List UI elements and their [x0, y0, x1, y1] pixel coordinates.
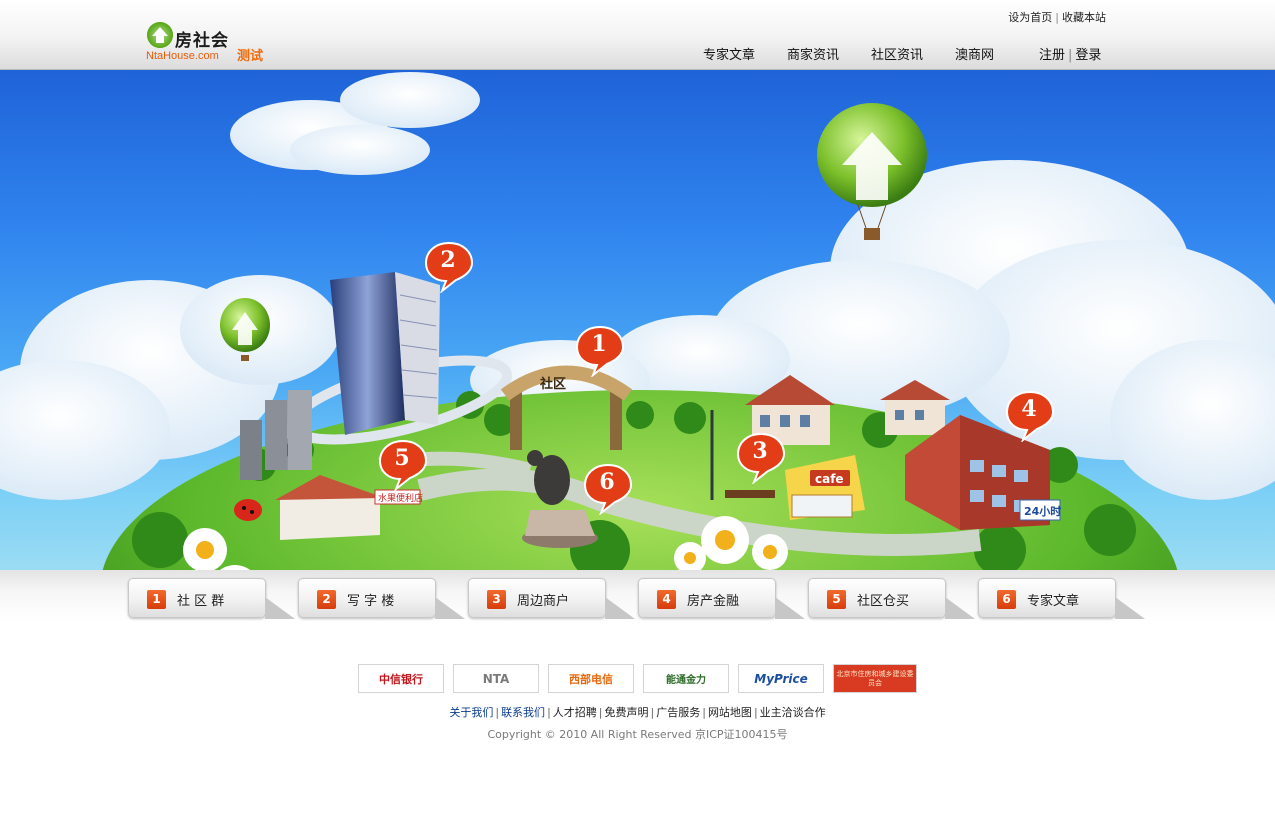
svg-text:水果便利店: 水果便利店 [378, 492, 423, 504]
nav-item-aoshang[interactable]: 澳商网 [955, 44, 994, 63]
house-logo-icon [147, 22, 173, 48]
pin-number: 3 [752, 438, 768, 464]
divider: | [1055, 11, 1059, 24]
partner-logo-nta[interactable]: NTA [453, 664, 539, 693]
hero-illustration: 社区 24小时 cafe 水果便利店 [0, 72, 1275, 570]
footer-links: 关于我们 | 联系我们 | 人才招聘 | 免费声明 | 广告服务 | 网站地图 | 业主洽谈合作 [0, 704, 1275, 720]
footer-link-about[interactable]: 关于我们 [449, 706, 493, 719]
copyright-text: Copyright © 2010 All Right Reserved 京ICP… [487, 728, 788, 741]
partner-logo-nengtong[interactable]: 能通金力 [643, 664, 729, 693]
tab-label: 写 字 楼 [347, 594, 395, 609]
map-pin-5[interactable]: 5 [378, 439, 428, 491]
tab-community-warehouse[interactable]: 5 社区仓买 [808, 578, 975, 619]
register-link[interactable]: 注册 [1039, 48, 1065, 63]
tab-office-building[interactable]: 2 写 字 楼 [298, 578, 465, 619]
nav-item-expert-articles[interactable]: 专家文章 [703, 44, 755, 63]
divider: | [547, 706, 551, 719]
tab-label: 社区仓买 [857, 594, 910, 609]
tab-community-group[interactable]: 1 社 区 群 [128, 578, 295, 619]
tab-real-estate-finance[interactable]: 4 房产金融 [638, 578, 805, 619]
footer-link-sitemap[interactable]: 网站地图 [708, 706, 752, 719]
pin-number: 1 [591, 331, 607, 357]
nav-item-community-news[interactable]: 社区资讯 [871, 44, 923, 63]
set-homepage-link[interactable]: 设为首页 [1008, 11, 1052, 24]
divider: | [495, 706, 500, 719]
logo-domain: NtaHouse.com [146, 50, 219, 62]
partner-logo-west-telecom[interactable]: 西部电信 [548, 664, 634, 693]
divider: | [702, 706, 706, 719]
category-tab-bar: 1 社 区 群 2 写 字 楼 3 周边商户 4 房产金融 5 社区仓买 6 专… [0, 570, 1275, 622]
tab-label: 周边商户 [517, 594, 570, 609]
map-pin-6[interactable]: 6 [583, 463, 633, 515]
tab-label: 专家文章 [1027, 594, 1080, 609]
divider: | [598, 706, 603, 719]
top-links: 设为首页 | 收藏本站 [1008, 9, 1106, 25]
pin-number: 2 [440, 247, 456, 273]
tab-number-badge: 4 [657, 590, 676, 609]
partner-logos: 中信银行 NTA 西部电信 能通金力 MyPrice 北京市住房和城乡建设委员会 [358, 664, 918, 694]
svg-text:24小时: 24小时 [1024, 504, 1061, 518]
pin-number: 5 [394, 445, 410, 471]
office-tower [330, 272, 440, 435]
partner-logo-beijing-housing[interactable]: 北京市住房和城乡建设委员会 [833, 664, 917, 693]
footer-link-careers[interactable]: 人才招聘 [553, 706, 597, 719]
tab-number-badge: 1 [147, 590, 166, 609]
partner-logo-myprice[interactable]: MyPrice [738, 664, 824, 693]
logo-tag: 测试 [237, 49, 264, 64]
pin-number: 4 [1021, 396, 1037, 422]
hero-banner: 社区 24小时 cafe 水果便利店 1 2 3 4 5 6 [0, 70, 1275, 570]
tab-number-badge: 5 [827, 590, 846, 609]
map-pin-4[interactable]: 4 [1005, 390, 1055, 442]
footer-link-advertising[interactable]: 广告服务 [656, 706, 700, 719]
tab-nearby-merchants[interactable]: 3 周边商户 [468, 578, 635, 619]
map-pin-1[interactable]: 1 [575, 325, 625, 377]
divider: | [1068, 48, 1073, 63]
tab-number-badge: 6 [997, 590, 1016, 609]
divider: | [650, 706, 655, 719]
auth-links: 注册 | 登录 [1039, 44, 1101, 63]
partner-logo-citic[interactable]: 中信银行 [358, 664, 444, 693]
pin-number: 6 [599, 469, 615, 495]
tab-expert-articles[interactable]: 6 专家文章 [978, 578, 1145, 619]
footer-link-disclaimer[interactable]: 免费声明 [605, 706, 649, 719]
tab-number-badge: 2 [317, 590, 336, 609]
nav-item-merchant-news[interactable]: 商家资讯 [787, 44, 839, 63]
login-link[interactable]: 登录 [1075, 48, 1101, 63]
logo-title: 房社会 [175, 31, 229, 51]
tab-label: 社 区 群 [177, 594, 225, 609]
tab-label: 房产金融 [687, 594, 740, 609]
footer-link-cooperation[interactable]: 业主洽谈合作 [760, 706, 826, 719]
bookmark-link[interactable]: 收藏本站 [1062, 11, 1106, 24]
map-pin-2[interactable]: 2 [424, 241, 474, 293]
tab-number-badge: 3 [487, 590, 506, 609]
svg-text:社区: 社区 [539, 376, 566, 392]
footer-link-contact[interactable]: 联系我们 [501, 706, 545, 719]
site-header: 房社会 NtaHouse.com 测试 设为首页 | 收藏本站 专家文章 商家资讯 … [0, 0, 1275, 70]
divider: | [753, 706, 758, 719]
site-logo[interactable]: 房社会 NtaHouse.com 测试 [145, 18, 275, 64]
map-pin-3[interactable]: 3 [736, 432, 786, 484]
svg-text:cafe: cafe [815, 472, 844, 486]
